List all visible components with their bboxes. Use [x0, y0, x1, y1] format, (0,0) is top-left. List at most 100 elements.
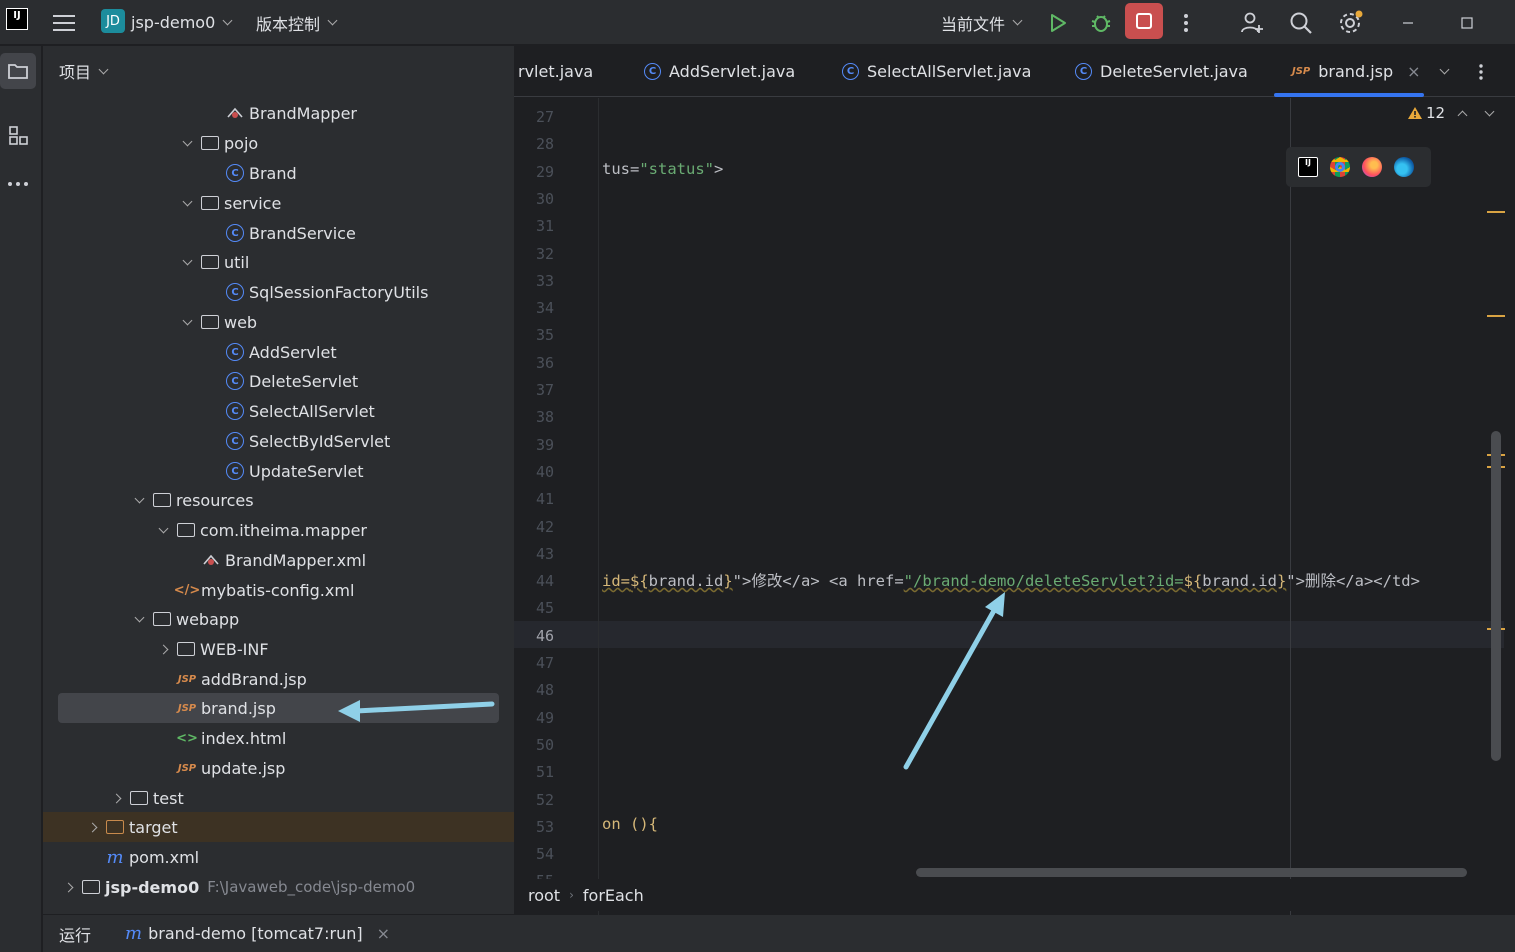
chevron-down-icon[interactable] [179, 314, 195, 330]
chrome-icon[interactable] [1330, 157, 1350, 177]
line-number[interactable]: 44 [514, 572, 554, 590]
code-line-53[interactable]: on (){ [602, 815, 658, 833]
tree-item[interactable]: C SelectAllServlet [43, 396, 514, 426]
maximize-button[interactable] [1461, 0, 1473, 45]
more-tools-button[interactable] [0, 166, 36, 202]
line-number[interactable]: 39 [514, 436, 554, 454]
error-stripe-marker[interactable] [1487, 315, 1505, 317]
tree-item[interactable]: </> mybatis-config.xml [43, 575, 514, 605]
minimize-button[interactable] [1402, 0, 1414, 45]
line-number[interactable]: 28 [514, 135, 554, 153]
tab-select-all-servlet[interactable]: C SelectAllServlet.java [842, 46, 1031, 97]
line-number[interactable]: 27 [514, 108, 554, 126]
line-number[interactable]: 31 [514, 217, 554, 235]
settings-button[interactable] [1338, 0, 1364, 45]
tab-delete-servlet[interactable]: C DeleteServlet.java [1075, 46, 1248, 97]
line-number[interactable]: 35 [514, 326, 554, 344]
vcs-menu[interactable]: 版本控制 [256, 0, 338, 45]
code-line-29[interactable]: tus="status"> [602, 160, 723, 178]
tree-item[interactable]: resources [43, 485, 514, 515]
tree-item[interactable]: C UpdateServlet [43, 456, 514, 486]
add-user-button[interactable] [1240, 0, 1264, 45]
editor-vertical-scrollbar[interactable] [1491, 431, 1501, 761]
error-stripe-marker[interactable] [1487, 211, 1505, 213]
tree-item[interactable]: webapp [43, 604, 514, 634]
main-menu-button[interactable] [53, 0, 77, 45]
tree-item[interactable]: test [43, 783, 514, 813]
tree-item[interactable]: C Brand [43, 158, 514, 188]
tree-item[interactable]: JSP addBrand.jsp [43, 664, 514, 694]
project-tool-button[interactable] [0, 53, 36, 89]
line-number[interactable]: 37 [514, 381, 554, 399]
tree-item[interactable]: JSP update.jsp [43, 753, 514, 783]
tree-item[interactable]: BrandMapper [43, 98, 514, 128]
structure-tool-button[interactable] [0, 117, 36, 153]
line-number[interactable]: 43 [514, 545, 554, 563]
line-number[interactable]: 48 [514, 681, 554, 699]
tree-item[interactable]: C BrandService [43, 218, 514, 248]
tree-item-selected[interactable]: JSP brand.jsp [58, 693, 499, 723]
tree-item[interactable]: BrandMapper.xml [43, 545, 514, 575]
breadcrumb-item[interactable]: forEach [583, 886, 644, 905]
chevron-down-icon[interactable] [1484, 106, 1495, 116]
inspection-widget[interactable]: 12 [1407, 104, 1495, 122]
tree-item[interactable]: jsp-demo0 F:\Javaweb_code\jsp-demo0 [43, 872, 514, 902]
tree-item[interactable]: service [43, 188, 514, 218]
run-tool-label[interactable]: 运行 [59, 922, 91, 946]
line-number[interactable]: 36 [514, 354, 554, 372]
line-number[interactable]: 51 [514, 763, 554, 781]
intellij-browser-icon[interactable]: IJ [1298, 157, 1318, 177]
line-number[interactable]: 47 [514, 654, 554, 672]
more-actions-button[interactable] [1183, 0, 1189, 45]
run-button[interactable] [1048, 0, 1068, 45]
line-number[interactable]: 34 [514, 299, 554, 317]
line-number[interactable]: 30 [514, 190, 554, 208]
editor-horizontal-scrollbar[interactable] [916, 868, 1467, 877]
line-number[interactable]: 32 [514, 245, 554, 263]
line-number[interactable]: 54 [514, 845, 554, 863]
tree-item[interactable]: com.itheima.mapper [43, 515, 514, 545]
project-panel-header[interactable]: 项目 [43, 46, 514, 96]
chevron-up-icon[interactable] [1457, 110, 1468, 120]
line-number[interactable]: 46 [514, 627, 554, 645]
tab-list-button[interactable] [1439, 46, 1450, 97]
project-selector[interactable]: jsp-demo0 [131, 0, 233, 45]
tree-item[interactable]: C DeleteServlet [43, 366, 514, 396]
debug-button[interactable] [1090, 0, 1112, 45]
stop-button[interactable] [1125, 3, 1163, 39]
project-badge[interactable]: JD [101, 9, 125, 33]
chevron-down-icon[interactable] [155, 522, 171, 538]
tab-more-button[interactable] [1478, 46, 1484, 97]
chevron-right-icon[interactable] [60, 879, 76, 895]
tree-item[interactable]: <> index.html [43, 723, 514, 753]
tab-add-servlet[interactable]: C AddServlet.java [644, 46, 795, 97]
run-config-selector[interactable]: 当前文件 [941, 0, 1023, 45]
line-number[interactable]: 53 [514, 818, 554, 836]
chevron-down-icon[interactable] [179, 254, 195, 270]
run-tab-label[interactable]: brand-demo [tomcat7:run] [148, 924, 363, 943]
line-number[interactable]: 29 [514, 163, 554, 181]
line-number[interactable]: 50 [514, 736, 554, 754]
search-button[interactable] [1289, 0, 1313, 45]
tree-item[interactable]: C SelectByIdServlet [43, 426, 514, 456]
tree-item[interactable]: pojo [43, 128, 514, 158]
edge-icon[interactable] [1394, 157, 1414, 177]
chevron-down-icon[interactable] [179, 195, 195, 211]
tab-servlet-partial[interactable]: rvlet.java [518, 46, 593, 97]
tree-item[interactable]: m pom.xml [43, 842, 514, 872]
chevron-down-icon[interactable] [131, 611, 147, 627]
chevron-right-icon[interactable] [108, 790, 124, 806]
line-number[interactable]: 49 [514, 709, 554, 727]
tree-item[interactable]: WEB-INF [43, 634, 514, 664]
tree-item[interactable]: C AddServlet [43, 337, 514, 367]
close-icon[interactable]: × [1407, 62, 1420, 81]
tree-item[interactable]: C SqlSessionFactoryUtils [43, 277, 514, 307]
tab-brand-jsp[interactable]: JSP brand.jsp × [1292, 46, 1421, 97]
chevron-right-icon[interactable] [155, 641, 171, 657]
chevron-down-icon[interactable] [179, 135, 195, 151]
chevron-down-icon[interactable] [131, 492, 147, 508]
tree-item[interactable]: target [43, 812, 514, 842]
line-number[interactable]: 40 [514, 463, 554, 481]
tree-item[interactable]: util [43, 247, 514, 277]
close-icon[interactable]: × [377, 924, 390, 943]
